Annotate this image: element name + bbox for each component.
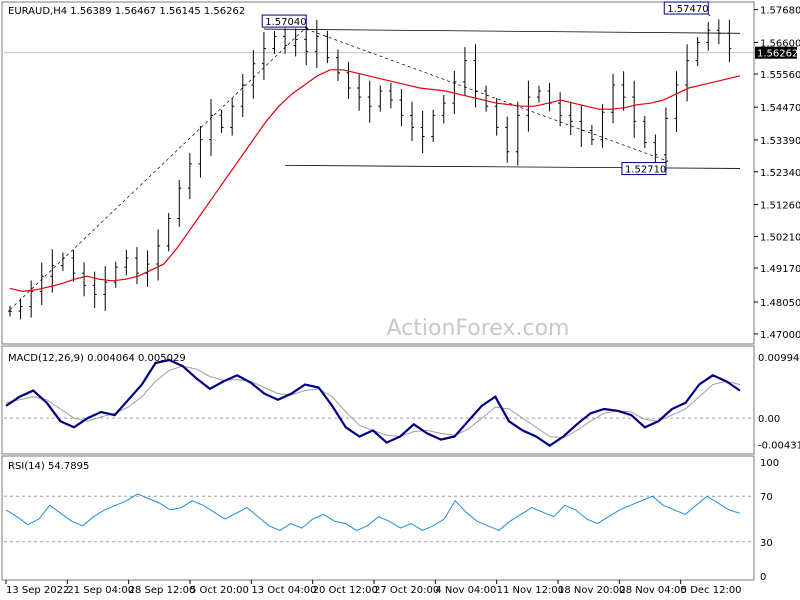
macd-tick-label: 0.009944 bbox=[758, 353, 800, 364]
rsi-axis: 100 70 30 0 bbox=[760, 458, 779, 583]
rsi-tick-label: 0 bbox=[760, 572, 766, 583]
time-tick-label: 20 Oct 12:00 bbox=[313, 585, 378, 596]
current-price-label: 1.56262 bbox=[757, 49, 798, 60]
forex-chart: ActionForex.com EURAUD,H4 1.56389 1.5646… bbox=[1, 1, 800, 596]
time-tick-label: 28 Nov 04:00 bbox=[619, 585, 686, 596]
time-tick-label: 13 Oct 04:00 bbox=[251, 585, 316, 596]
annotation-label: 1.52710 bbox=[625, 165, 666, 176]
price-tick-label: 1.48050 bbox=[760, 298, 800, 309]
price-tick-label: 1.55560 bbox=[760, 70, 800, 81]
rsi-tick-label: 100 bbox=[760, 458, 779, 469]
time-tick-label: 5 Dec 12:00 bbox=[681, 585, 742, 596]
watermark: ActionForex.com bbox=[387, 316, 570, 341]
price-tick-label: 1.50210 bbox=[760, 232, 800, 243]
price-tick-label: 1.53390 bbox=[760, 136, 800, 147]
rsi-tick-label: 30 bbox=[760, 538, 773, 549]
price-axis: 1.576801.566001.555601.544701.533901.523… bbox=[754, 6, 800, 341]
price-tick-label: 1.47000 bbox=[760, 330, 800, 341]
rsi-tick-label: 70 bbox=[760, 492, 773, 503]
time-tick-label: 5 Oct 20:00 bbox=[190, 585, 249, 596]
chart-symbol-ohlc: EURAUD,H4 1.56389 1.56467 1.56145 1.5626… bbox=[8, 6, 245, 17]
macd-axis: 0.009944 0.00 -0.004313 bbox=[758, 353, 800, 451]
time-axis: 13 Sep 202221 Sep 04:0028 Sep 12:005 Oct… bbox=[5, 580, 742, 596]
rsi-label: RSI(14) 54.7895 bbox=[8, 461, 89, 472]
time-tick-label: 4 Nov 04:00 bbox=[435, 585, 496, 596]
time-tick-label: 28 Sep 12:00 bbox=[129, 585, 196, 596]
macd-tick-label: 0.00 bbox=[758, 414, 780, 425]
rsi-panel bbox=[1, 455, 755, 581]
price-tick-label: 1.54470 bbox=[760, 103, 800, 114]
time-tick-label: 18 Nov 20:00 bbox=[558, 585, 625, 596]
time-tick-label: 13 Sep 2022 bbox=[6, 585, 69, 596]
price-tick-label: 1.51260 bbox=[760, 201, 800, 212]
time-tick-label: 21 Sep 04:00 bbox=[67, 585, 134, 596]
annotation-label: 1.57040 bbox=[265, 17, 306, 28]
price-tick-label: 1.49170 bbox=[760, 264, 800, 275]
price-tick-label: 1.57680 bbox=[760, 6, 800, 17]
annotation-label: 1.57470 bbox=[667, 4, 708, 15]
time-tick-label: 27 Oct 20:00 bbox=[374, 585, 439, 596]
time-tick-label: 11 Nov 12:00 bbox=[497, 585, 564, 596]
price-tick-label: 1.52340 bbox=[760, 168, 800, 179]
macd-tick-label: -0.004313 bbox=[758, 441, 800, 452]
